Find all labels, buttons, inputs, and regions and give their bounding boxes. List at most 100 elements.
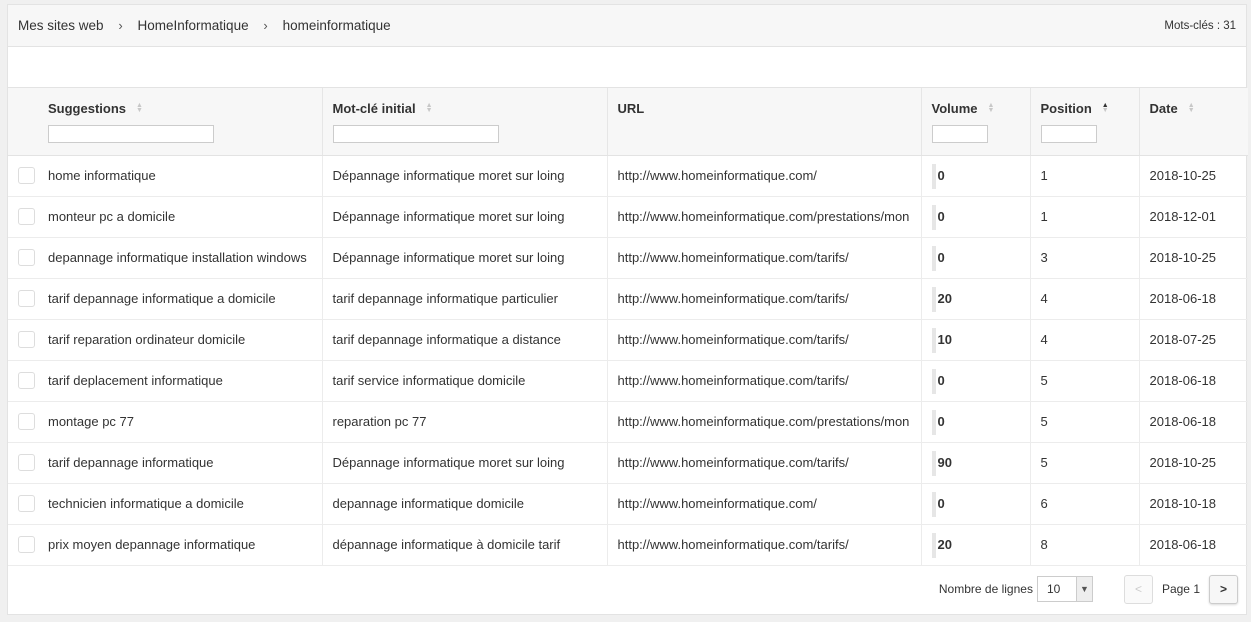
volume-value: 0 [937,373,945,388]
cell-position: 1 [1030,155,1140,197]
breadcrumb-item-sites[interactable]: Mes sites web [18,18,104,33]
cell-volume: 10 [921,319,1031,361]
cell-suggestion: tarif reparation ordinateur domicile [38,319,323,361]
table-header-row: Suggestions ▲▼ Mot-clé initial ▲▼ URL [8,88,1248,156]
cell-position: 3 [1030,237,1140,279]
table-row[interactable]: prix moyen depannage informatique dépanna… [8,524,1248,566]
column-label-date[interactable]: Date [1150,101,1178,116]
filter-suggestions-input[interactable] [48,125,214,143]
breadcrumb: Mes sites web › HomeInformatique › homei… [18,18,391,33]
cell-position: 5 [1030,401,1140,443]
table-row[interactable]: tarif deplacement informatique tarif serv… [8,360,1248,402]
volume-bar [931,409,936,435]
keyword-count: Mots-clés : 31 [1164,19,1236,32]
cell-date: 2018-06-18 [1139,360,1248,402]
prev-page-button[interactable]: < [1123,574,1153,604]
row-select-cell [8,155,38,197]
row-checkbox[interactable] [18,454,35,471]
cell-url[interactable]: http://www.homeinformatique.com/tarifs/ [607,319,922,361]
table-footer: Nombre de lignes 10 ▼ < Page 1 > [8,564,1246,614]
cell-date: 2018-07-25 [1139,319,1248,361]
sort-asc-icon[interactable]: ▲ ▼ [1102,102,1109,114]
cell-date: 2018-12-01 [1139,196,1248,238]
cell-initial-keyword: tarif depannage informatique a distance [322,319,608,361]
header-position: Position ▲ ▼ [1030,88,1140,156]
cell-url[interactable]: http://www.homeinformatique.com/tarifs/ [607,524,922,566]
cell-url[interactable]: http://www.homeinformatique.com/tarifs/ [607,237,922,279]
filter-initial-input[interactable] [332,125,499,143]
row-checkbox[interactable] [18,495,35,512]
row-select-cell [8,196,38,238]
cell-suggestion: tarif depannage informatique a domicile [38,278,323,320]
table-row[interactable]: monteur pc a domicile Dépannage informati… [8,196,1248,238]
cell-suggestion: monteur pc a domicile [38,196,323,238]
table-row[interactable]: depannage informatique installation wind… [8,237,1248,279]
table-row[interactable]: montage pc 77 reparation pc 77 http://www.… [8,401,1248,443]
cell-initial-keyword: Dépannage informatique moret sur loing [322,442,608,484]
table-row[interactable]: home informatique Dépannage informatique … [8,155,1248,197]
sort-arrows-icon[interactable]: ▲ ▼ [136,102,143,114]
row-select-cell [8,360,38,402]
row-checkbox[interactable] [18,290,35,307]
cell-suggestion: prix moyen depannage informatique [38,524,323,566]
chevron-down-icon[interactable]: ▼ [1075,577,1092,601]
cell-date: 2018-06-18 [1139,278,1248,320]
volume-bar [931,327,936,353]
cell-suggestion: tarif deplacement informatique [38,360,323,402]
cell-url[interactable]: http://www.homeinformatique.com/tarifs/ [607,442,922,484]
keywords-panel: Mes sites web › HomeInformatique › homei… [7,4,1248,615]
filter-position-input[interactable] [1040,125,1097,143]
cell-initial-keyword: Dépannage informatique moret sur loing [322,237,608,279]
breadcrumb-item-site[interactable]: HomeInformatique [138,18,249,33]
volume-bar [931,491,936,517]
cell-position: 8 [1030,524,1140,566]
row-checkbox[interactable] [18,331,35,348]
cell-url[interactable]: http://www.homeinformatique.com/prestati… [607,401,922,443]
cell-url[interactable]: http://www.homeinformatique.com/ [607,483,922,525]
cell-initial-keyword: depannage informatique domicile [322,483,608,525]
volume-bar [931,532,936,558]
row-checkbox[interactable] [18,249,35,266]
volume-bar [931,450,936,476]
sort-arrows-icon[interactable]: ▲ ▼ [426,102,433,114]
sort-arrows-icon[interactable]: ▲ ▼ [1188,102,1195,114]
header-select [8,88,38,156]
next-page-button[interactable]: > [1209,574,1238,604]
volume-value: 0 [937,414,945,429]
row-checkbox[interactable] [18,413,35,430]
table-row[interactable]: technicien informatique a domicile depann… [8,483,1248,525]
page-indicator: Page 1 [1161,582,1200,596]
cell-url[interactable]: http://www.homeinformatique.com/ [607,155,922,197]
cell-date: 2018-10-25 [1139,237,1248,279]
rows-per-page-label: Nombre de lignes [938,582,1033,596]
column-label-initial[interactable]: Mot-clé initial [333,101,416,116]
cell-date: 2018-06-18 [1139,524,1248,566]
filter-volume-input[interactable] [931,125,988,143]
rows-per-page-select[interactable]: 10 ▼ [1036,576,1093,602]
row-checkbox[interactable] [18,167,35,184]
cell-volume: 90 [921,442,1031,484]
cell-url[interactable]: http://www.homeinformatique.com/tarifs/ [607,278,922,320]
cell-initial-keyword: tarif service informatique domicile [322,360,608,402]
volume-bar [931,286,936,312]
row-checkbox[interactable] [18,372,35,389]
column-label-position[interactable]: Position [1041,101,1092,116]
cell-url[interactable]: http://www.homeinformatique.com/prestati… [607,196,922,238]
cell-initial-keyword: reparation pc 77 [322,401,608,443]
cell-position: 4 [1030,319,1140,361]
sort-arrows-icon[interactable]: ▲ ▼ [988,102,995,114]
cell-url[interactable]: http://www.homeinformatique.com/tarifs/ [607,360,922,402]
cell-volume: 0 [921,237,1031,279]
column-label-suggestions[interactable]: Suggestions [48,101,126,116]
cell-suggestion: tarif depannage informatique [38,442,323,484]
table-row[interactable]: tarif depannage informatique a domicile t… [8,278,1248,320]
table-row[interactable]: tarif reparation ordinateur domicile tari… [8,319,1248,361]
row-select-cell [8,442,38,484]
volume-bar [931,204,936,230]
row-checkbox[interactable] [18,208,35,225]
table-row[interactable]: tarif depannage informatique Dépannage in… [8,442,1248,484]
row-checkbox[interactable] [18,536,35,553]
volume-value: 90 [937,455,952,470]
column-label-volume[interactable]: Volume [932,101,978,116]
cell-position: 5 [1030,360,1140,402]
